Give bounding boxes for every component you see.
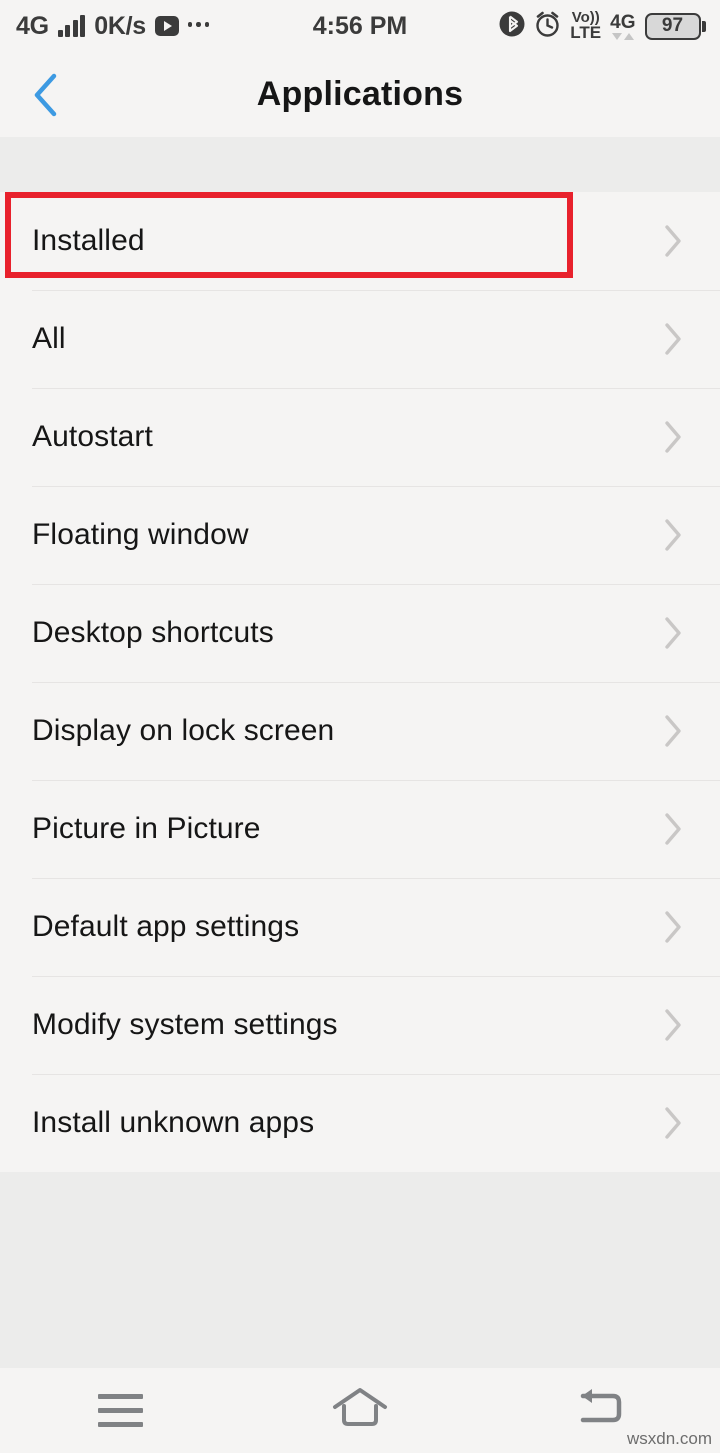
list-item-installed[interactable]: Installed [0, 192, 720, 290]
list-item-label: All [32, 322, 66, 355]
status-bar-right: Vo)) LTE 4G 97 [361, 10, 706, 43]
signal-strength-icon [57, 15, 86, 37]
list-item-label: Autostart [32, 420, 153, 453]
volte-bottom-label: LTE [570, 23, 602, 43]
status-bar-left: 4G 0K/s [16, 11, 361, 40]
chevron-right-icon [658, 1008, 688, 1042]
chevron-right-icon [658, 812, 688, 846]
list-item-default-app-settings[interactable]: Default app settings [0, 878, 720, 976]
list-item-display-on-lock-screen[interactable]: Display on lock screen [0, 682, 720, 780]
list-item-label: Picture in Picture [32, 812, 261, 845]
list-top-spacer [0, 137, 720, 192]
list-item-desktop-shortcuts[interactable]: Desktop shortcuts [0, 584, 720, 682]
list-item-label: Installed [32, 224, 145, 257]
chevron-right-icon [658, 322, 688, 356]
list-item-label: Floating window [32, 518, 249, 551]
list-item-label: Display on lock screen [32, 714, 335, 747]
mobile-network-label: 4G [610, 11, 636, 33]
bluetooth-icon [499, 10, 525, 43]
data-rate-label: 0K/s [94, 11, 146, 40]
list-item-label: Modify system settings [32, 1008, 338, 1041]
chevron-right-icon [658, 420, 688, 454]
list-item-all[interactable]: All [0, 290, 720, 388]
page-title: Applications [256, 75, 464, 113]
battery-level-label: 97 [661, 15, 684, 36]
home-icon [331, 1385, 389, 1436]
home-button[interactable] [285, 1368, 435, 1453]
menu-hamburger-icon [97, 1394, 143, 1427]
list-item-modify-system-settings[interactable]: Modify system settings [0, 976, 720, 1074]
system-navigation-bar: wsxdn.com [0, 1368, 720, 1453]
list-item-label: Default app settings [32, 910, 300, 943]
chevron-right-icon [658, 910, 688, 944]
volte-indicator: Vo)) LTE [570, 10, 602, 43]
status-bar: 4G 0K/s 4:56 PM Vo)) LTE 4G 97 [0, 0, 720, 52]
list-item-autostart[interactable]: Autostart [0, 388, 720, 486]
chevron-right-icon [658, 224, 688, 258]
chevron-right-icon [658, 616, 688, 650]
list-item-install-unknown-apps[interactable]: Install unknown apps [0, 1074, 720, 1172]
chevron-right-icon [658, 518, 688, 552]
chevron-left-icon [28, 72, 62, 118]
back-arrow-icon [571, 1385, 629, 1436]
settings-list: Installed All Autostart Floating window … [0, 192, 720, 1172]
recents-button[interactable] [45, 1368, 195, 1453]
ellipsis-icon [187, 22, 210, 30]
list-item-floating-window[interactable]: Floating window [0, 486, 720, 584]
chevron-right-icon [658, 1106, 688, 1140]
chevron-right-icon [658, 714, 688, 748]
watermark-label: wsxdn.com [626, 1429, 712, 1448]
network-type-label: 4G [16, 11, 49, 40]
alarm-clock-icon [534, 10, 561, 43]
mobile-data-indicator: 4G [610, 11, 636, 40]
play-badge-icon [154, 16, 179, 36]
page-header: Applications [0, 52, 720, 137]
list-item-label: Desktop shortcuts [32, 616, 274, 649]
battery-icon: 97 [644, 12, 706, 40]
data-activity-arrows-icon [611, 32, 634, 40]
list-item-picture-in-picture[interactable]: Picture in Picture [0, 780, 720, 878]
list-bottom-spacer [0, 1172, 720, 1368]
list-item-label: Install unknown apps [32, 1106, 315, 1139]
back-button[interactable] [0, 52, 90, 137]
